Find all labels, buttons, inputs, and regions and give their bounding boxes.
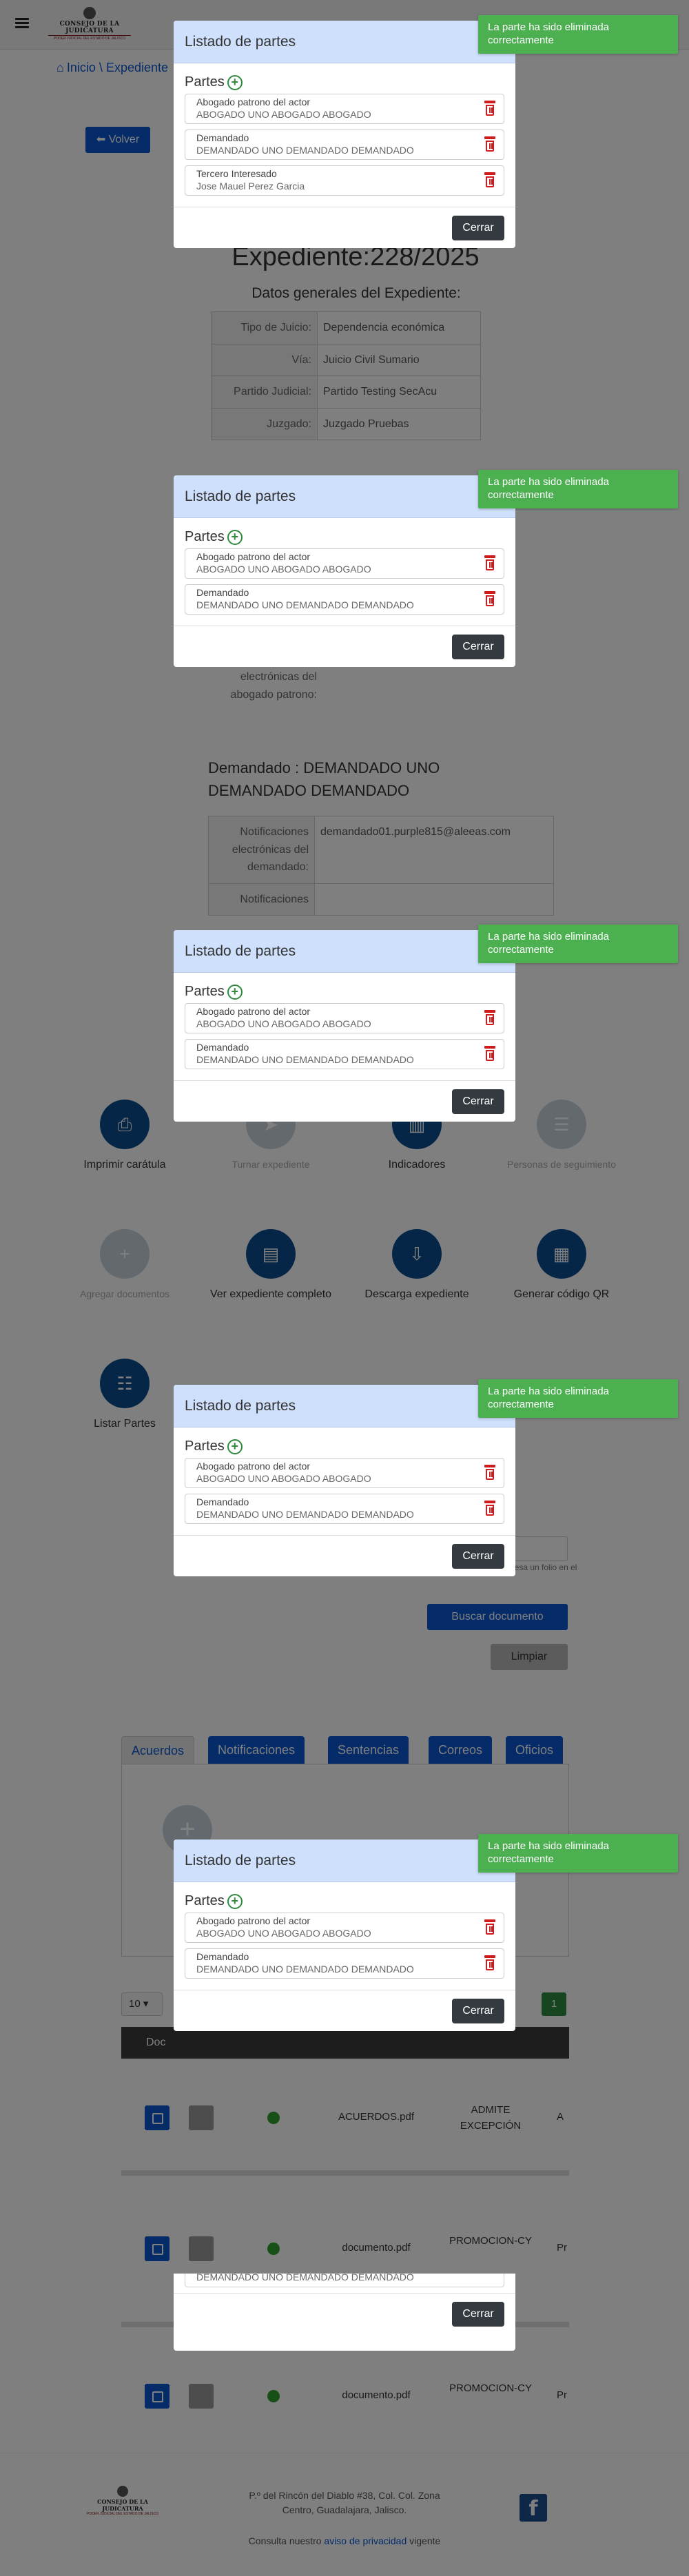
delete-party-icon[interactable] <box>484 555 495 570</box>
close-button[interactable]: Cerrar <box>452 635 504 659</box>
party-item: Abogado patrono del actor ABOGADO UNO ABO… <box>185 548 504 579</box>
close-button[interactable]: Cerrar <box>452 2302 504 2327</box>
partes-header: Partes + <box>185 526 504 547</box>
modal-title: Listado de partes <box>174 21 515 63</box>
add-party-icon[interactable]: + <box>227 984 243 1000</box>
delete-party-icon[interactable] <box>484 136 495 152</box>
party-item: DemandadoDEMANDADO UNO DEMANDADO DEMANDA… <box>185 1494 504 1524</box>
delete-party-icon[interactable] <box>484 1919 495 1935</box>
success-toast: La parte ha sido eliminada correctamente <box>478 1379 678 1418</box>
partes-header: Partes + <box>185 72 504 92</box>
add-party-icon[interactable]: + <box>227 1439 243 1454</box>
party-item: DemandadoDEMANDADO UNO DEMANDADO DEMANDA… <box>185 130 504 160</box>
partes-header: Partes + <box>185 981 504 1002</box>
delete-party-icon[interactable] <box>484 1046 495 1061</box>
party-item: Abogado patrono del actor ABOGADO UNO ABO… <box>185 1913 504 1943</box>
close-button[interactable]: Cerrar <box>452 1999 504 2023</box>
party-item: DemandadoDEMANDADO UNO DEMANDADO DEMANDA… <box>185 584 504 615</box>
parties-modal-partial: DemandadoDEMANDADO UNO DEMANDADO DEMANDA… <box>174 2274 515 2351</box>
party-item: Abogado patrono del actor ABOGADO UNO ABO… <box>185 1003 504 1033</box>
party-item: Abogado patrono del actor ABOGADO UNO ABO… <box>185 94 504 124</box>
delete-party-icon[interactable] <box>484 591 495 606</box>
modal-backdrop[interactable] <box>0 0 689 2576</box>
success-toast: La parte ha sido eliminada correctamente <box>478 1834 678 1873</box>
modal-title: Listado de partes <box>174 930 515 973</box>
delete-party-icon[interactable] <box>484 1501 495 1516</box>
success-toast: La parte ha sido eliminada correctamente <box>478 15 678 54</box>
delete-party-icon[interactable] <box>484 1955 495 1970</box>
party-item: Abogado patrono del actor ABOGADO UNO ABO… <box>185 1458 504 1488</box>
parties-modal: Listado de partes Partes + Abogado patron… <box>174 1840 515 2031</box>
modal-title: Listado de partes <box>174 1385 515 1428</box>
add-party-icon[interactable]: + <box>227 529 243 545</box>
delete-party-icon[interactable] <box>484 1465 495 1480</box>
success-toast: La parte ha sido eliminada correctamente <box>478 470 678 508</box>
parties-modal: Listado de partes Partes + Abogado patron… <box>174 475 515 667</box>
delete-party-icon[interactable] <box>484 1010 495 1025</box>
modal-title: Listado de partes <box>174 475 515 518</box>
delete-party-icon[interactable] <box>484 172 495 187</box>
partes-header: Partes + <box>185 1436 504 1456</box>
close-button[interactable]: Cerrar <box>452 216 504 240</box>
close-button[interactable]: Cerrar <box>452 1544 504 1569</box>
add-party-icon[interactable]: + <box>227 1893 243 1909</box>
partes-header: Partes + <box>185 1890 504 1911</box>
delete-party-icon[interactable] <box>484 101 495 116</box>
parties-modal: Listado de partes Partes + Abogado patron… <box>174 1385 515 1576</box>
close-button[interactable]: Cerrar <box>452 1089 504 1114</box>
add-party-icon[interactable]: + <box>227 74 243 90</box>
parties-modal: Listado de partes Partes + Abogado patron… <box>174 21 515 248</box>
party-item: DemandadoDEMANDADO UNO DEMANDADO DEMANDA… <box>185 1948 504 1979</box>
party-item: Tercero Interesado Jose Mauel Perez Garci… <box>185 165 504 196</box>
modal-title: Listado de partes <box>174 1840 515 1882</box>
party-item: DemandadoDEMANDADO UNO DEMANDADO DEMANDA… <box>185 2274 504 2287</box>
success-toast: La parte ha sido eliminada correctamente <box>478 925 678 963</box>
parties-modal: Listado de partes Partes + Abogado patron… <box>174 930 515 1122</box>
party-item: DemandadoDEMANDADO UNO DEMANDADO DEMANDA… <box>185 1039 504 1069</box>
